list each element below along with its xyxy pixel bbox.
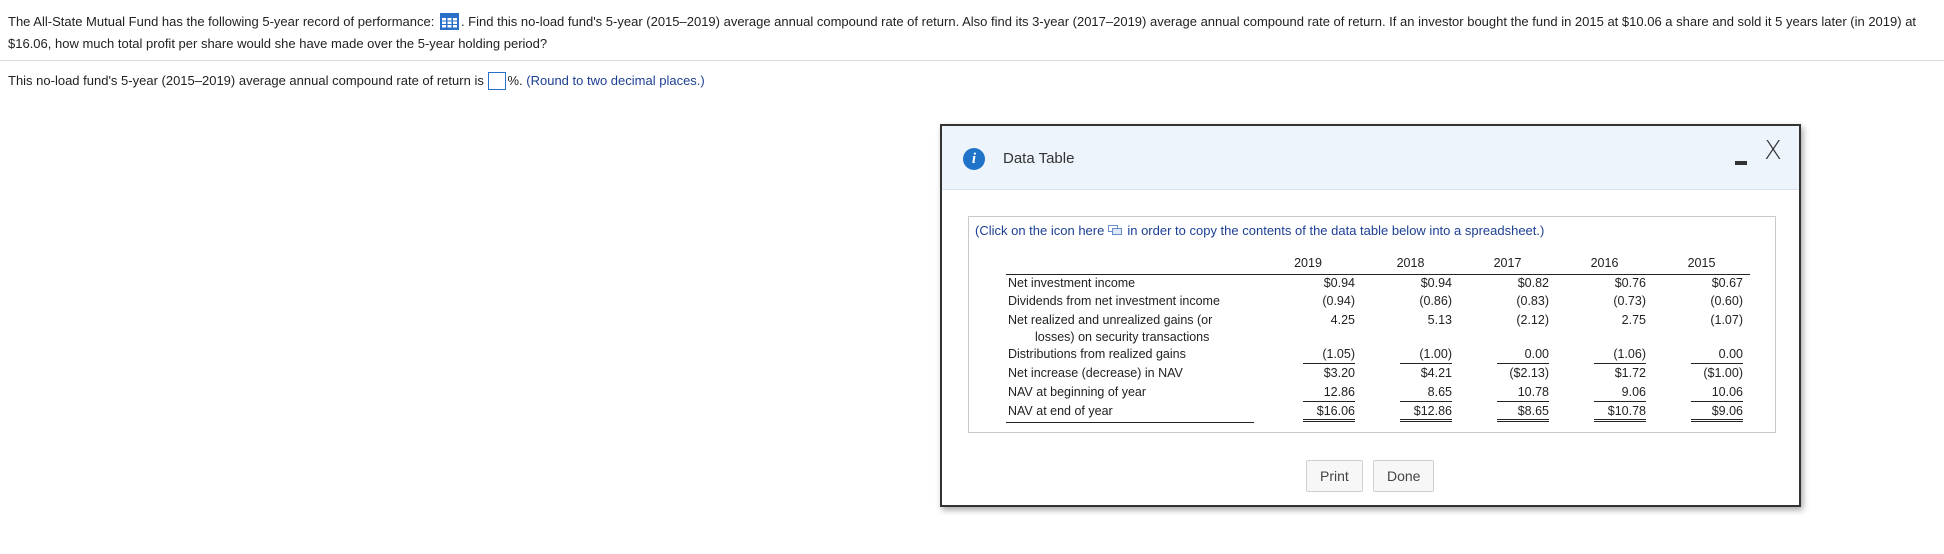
row-label: Net investment income	[1008, 275, 1136, 290]
table-cell: (2.12)	[1516, 313, 1549, 327]
table-cell: 0.00	[1459, 346, 1556, 365]
table-cell: 10.78	[1459, 384, 1556, 403]
print-button[interactable]: Print	[1306, 460, 1363, 492]
row-label: Net increase (decrease) in NAV	[1008, 366, 1183, 380]
row-label: Distributions from realized gains	[1008, 347, 1186, 361]
table-cell: $0.67	[1711, 275, 1743, 290]
table-cell: $16.06	[1254, 403, 1362, 422]
row-label: NAV at beginning of year	[1008, 385, 1147, 399]
answer-prompt: This no-load fund's 5-year (2015–2019) a…	[8, 73, 484, 88]
dialog-title: Data Table	[1003, 150, 1075, 167]
data-table-icon[interactable]	[439, 13, 459, 30]
performance-table: 2019 2018 2017 2016 2015 Net investment …	[1006, 255, 1750, 423]
copy-note: (Click on the icon here in order to copy …	[975, 223, 1544, 238]
table-header-row: 2019 2018 2017 2016 2015	[1006, 255, 1750, 275]
table-cell: $0.94	[1323, 275, 1355, 290]
copy-note-before: (Click on the icon here	[975, 223, 1105, 238]
year-header: 2018	[1362, 255, 1459, 275]
copy-note-after: in order to copy the contents of the dat…	[1127, 223, 1545, 238]
table-cell: $10.78	[1556, 403, 1653, 422]
table-cell: 9.06	[1556, 384, 1653, 403]
table-cell: (0.83)	[1516, 294, 1549, 308]
copy-to-spreadsheet-icon[interactable]	[1108, 225, 1123, 235]
question-text: The All-State Mutual Fund has the follow…	[8, 11, 1938, 55]
table-cell: 12.86	[1254, 384, 1362, 403]
table-cell: 4.25	[1330, 313, 1355, 327]
table-cell: ($1.00)	[1703, 366, 1743, 380]
done-button[interactable]: Done	[1373, 460, 1435, 492]
dialog-header: i Data Table X	[942, 126, 1799, 190]
table-cell: $1.72	[1614, 366, 1646, 380]
table-row: Distributions from realized gains (1.05)…	[1006, 346, 1750, 365]
table-row: Net realized and unrealized gains (or lo…	[1006, 312, 1750, 346]
year-header: 2017	[1459, 255, 1556, 275]
table-cell: ($2.13)	[1509, 366, 1549, 380]
table-cell: (1.06)	[1556, 346, 1653, 365]
table-cell: $0.94	[1420, 275, 1452, 290]
row-label: NAV at end of year	[1006, 403, 1254, 423]
table-cell: $0.76	[1614, 275, 1646, 290]
table-row: NAV at beginning of year 12.86 8.65 10.7…	[1006, 384, 1750, 403]
row-label: Net realized and unrealized gains (or lo…	[1006, 312, 1254, 346]
table-row: Net increase (decrease) in NAV $3.20 $4.…	[1006, 365, 1750, 384]
minimize-icon[interactable]	[1733, 154, 1749, 166]
data-table-panel: (Click on the icon here in order to copy …	[968, 216, 1776, 433]
table-cell: (0.60)	[1710, 294, 1743, 308]
data-table-dialog: i Data Table X (Click on the icon here in…	[940, 124, 1801, 507]
header-label-cell	[1006, 255, 1254, 275]
answer-suffix: %.	[507, 73, 523, 88]
table-cell: (0.94)	[1322, 294, 1355, 308]
table-cell: 0.00	[1653, 346, 1750, 365]
table-cell: 8.65	[1362, 384, 1459, 403]
divider	[0, 60, 1944, 61]
table-cell: $3.20	[1323, 366, 1355, 380]
year-header: 2016	[1556, 255, 1653, 275]
year-header: 2015	[1653, 255, 1750, 275]
row-label: Dividends from net investment income	[1008, 294, 1220, 308]
table-cell: 2.75	[1621, 313, 1646, 327]
table-cell: (0.86)	[1419, 294, 1452, 308]
table-row: Net investment income $0.94 $0.94 $0.82 …	[1006, 274, 1750, 293]
table-cell: 10.06	[1653, 384, 1750, 403]
info-icon: i	[963, 148, 985, 170]
table-cell: $12.86	[1362, 403, 1459, 422]
table-cell: $0.82	[1517, 275, 1549, 290]
table-cell: (1.07)	[1710, 313, 1743, 327]
table-row: Dividends from net investment income (0.…	[1006, 293, 1750, 312]
table-row: NAV at end of year $16.06 $12.86 $8.65 $…	[1006, 403, 1750, 423]
table-cell: $4.21	[1420, 366, 1452, 380]
row-label-line2: losses) on security transactions	[1035, 330, 1210, 344]
year-header: 2019	[1254, 255, 1362, 275]
answer-input[interactable]	[488, 72, 507, 90]
answer-line: This no-load fund's 5-year (2015–2019) a…	[8, 71, 705, 91]
rounding-hint: (Round to two decimal places.)	[526, 73, 705, 88]
table-cell: 5.13	[1427, 313, 1452, 327]
table-cell: $9.06	[1653, 403, 1750, 422]
close-icon[interactable]: X	[1760, 138, 1786, 164]
table-cell: $8.65	[1459, 403, 1556, 422]
question-text-intro: The All-State Mutual Fund has the follow…	[8, 14, 435, 29]
table-cell: (1.05)	[1254, 346, 1362, 365]
table-cell: (1.00)	[1362, 346, 1459, 365]
table-cell: (0.73)	[1613, 294, 1646, 308]
row-label-line1: Net realized and unrealized gains (or	[1008, 313, 1213, 327]
